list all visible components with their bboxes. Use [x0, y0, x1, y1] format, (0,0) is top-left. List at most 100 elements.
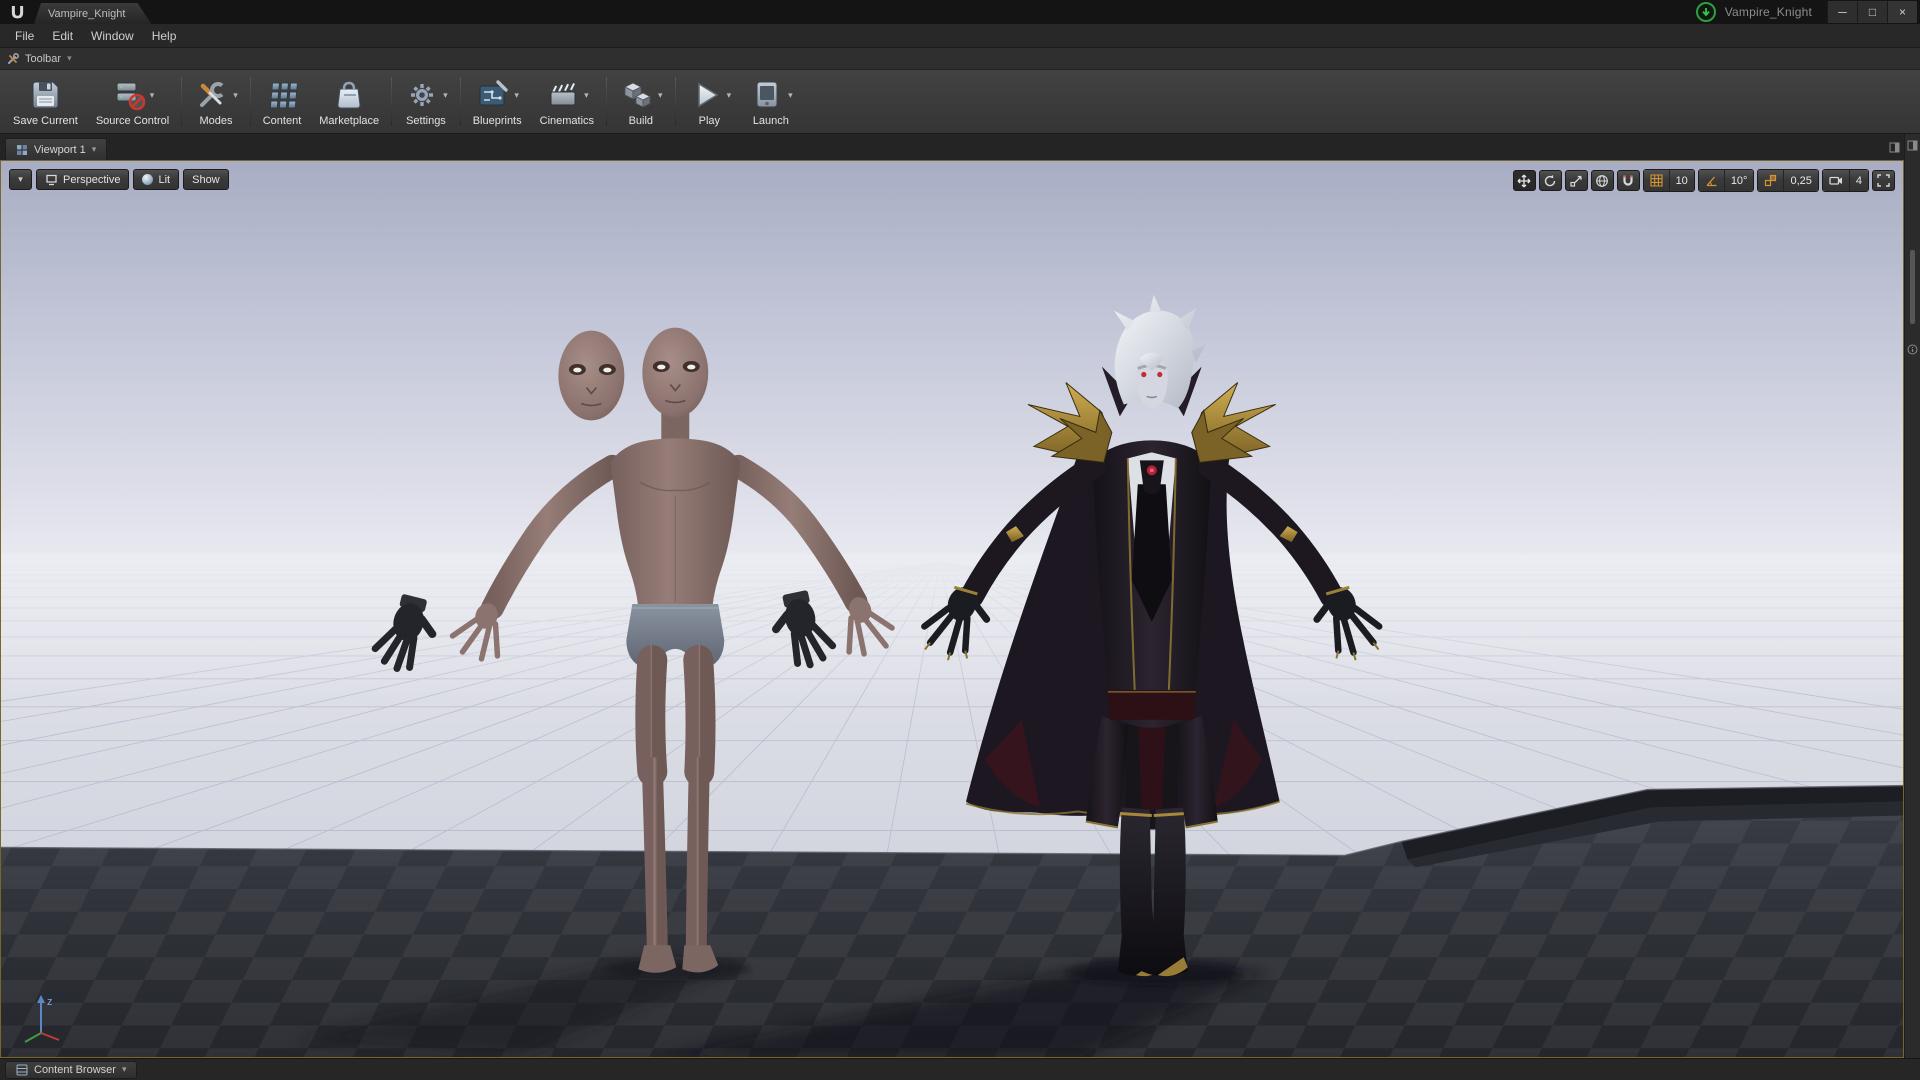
build-icon [619, 77, 655, 113]
caret-down-icon: ▾ [18, 174, 23, 185]
toolbar-button-settings[interactable]: ▾ Settings [395, 72, 457, 131]
panel-expand-icon[interactable] [1889, 140, 1900, 158]
caret-down-icon[interactable]: ▾ [67, 53, 72, 64]
info-icon[interactable] [1907, 344, 1918, 355]
toolbar-button-play[interactable]: ▾ Play [679, 72, 741, 131]
scale-snap-group: 0,25 [1757, 169, 1818, 192]
blueprints-icon [475, 77, 511, 113]
viewport-tab-label: Viewport 1 [34, 144, 86, 156]
update-status-icon[interactable] [1696, 2, 1716, 22]
scrollbar-thumb[interactable] [1910, 250, 1915, 324]
viewport-3d[interactable]: ▾ Perspective Lit Show [0, 160, 1904, 1058]
toolbar-button-content[interactable]: Content [254, 72, 311, 131]
caret-down-icon[interactable]: ▾ [92, 144, 97, 155]
lit-button[interactable]: Lit [133, 169, 179, 190]
rotation-snap-icon [1705, 174, 1718, 187]
toolbar-button-build[interactable]: ▾ Build [610, 72, 672, 131]
grid-snap-group: 10 [1643, 169, 1695, 192]
grid-snap-toggle[interactable] [1644, 170, 1670, 191]
tab-content-browser[interactable]: Content Browser ▾ [5, 1061, 137, 1079]
rotate-tool-button[interactable] [1539, 170, 1562, 191]
toolbar-button-label: Marketplace [319, 115, 379, 127]
lit-sphere-icon [142, 174, 153, 185]
viewport-options-button[interactable]: ▾ [9, 169, 32, 190]
collapsed-panel-strip[interactable] [1904, 134, 1920, 1058]
gizmo-z-label: z [47, 996, 53, 1008]
toolbar-button-label: Build [629, 115, 653, 127]
dropdown-caret-icon[interactable]: ▾ [658, 90, 663, 101]
unreal-engine-logo-icon [0, 5, 34, 20]
modes-icon [194, 77, 230, 113]
toolbar-button-marketplace[interactable]: Marketplace [310, 72, 388, 131]
scale-snap-toggle[interactable] [1758, 170, 1784, 191]
toolbar-button-label: Save Current [13, 115, 78, 127]
viewport-tab-row: Viewport 1 ▾ [0, 134, 1904, 160]
toolbar-panel-header[interactable]: Toolbar ▾ [0, 48, 1920, 70]
viewport-toolbar-left: ▾ Perspective Lit Show [9, 169, 229, 190]
project-tab[interactable]: Vampire_Knight [34, 3, 151, 24]
scale-tool-icon [1569, 174, 1583, 188]
dropdown-caret-icon[interactable]: ▾ [584, 90, 589, 101]
toolbar-button-cinematics[interactable]: ▾ Cinematics [531, 72, 603, 131]
minimize-button[interactable]: ─ [1827, 1, 1857, 23]
layout-icon[interactable] [1907, 140, 1918, 151]
move-tool-button[interactable] [1513, 170, 1536, 191]
toolbar-button-launch[interactable]: ▾ Launch [740, 72, 802, 131]
floating-head[interactable] [558, 331, 624, 421]
rotation-snap-toggle[interactable] [1699, 170, 1725, 191]
toolbar-panel-label: Toolbar [25, 53, 61, 65]
bottom-bar: Content Browser ▾ [0, 1058, 1920, 1080]
show-button[interactable]: Show [183, 169, 229, 190]
maximize-viewport-button[interactable] [1872, 170, 1895, 191]
toolbar-button-modes[interactable]: ▾ Modes [185, 72, 247, 131]
tab-viewport-1[interactable]: Viewport 1 ▾ [5, 138, 107, 160]
viewport-3d-scene[interactable] [1, 161, 1903, 1057]
tools-icon [7, 53, 19, 65]
scale-tool-button[interactable] [1565, 170, 1588, 191]
marketplace-icon [331, 77, 367, 113]
dropdown-caret-icon[interactable]: ▾ [150, 90, 155, 101]
world-coordinate-button[interactable] [1591, 170, 1614, 191]
close-icon: × [1899, 5, 1906, 19]
dropdown-caret-icon[interactable]: ▾ [788, 90, 793, 101]
perspective-label: Perspective [63, 174, 120, 186]
magnet-icon [1621, 174, 1635, 188]
toolbar-button-source-control[interactable]: ▾ Source Control [87, 72, 178, 131]
toolbar-button-blueprints[interactable]: ▾ Blueprints [464, 72, 531, 131]
content-browser-label: Content Browser [34, 1064, 116, 1076]
maximize-viewport-icon [1877, 174, 1890, 187]
perspective-button[interactable]: Perspective [36, 169, 129, 190]
menu-window[interactable]: Window [82, 29, 143, 43]
close-button[interactable]: × [1887, 1, 1917, 23]
camera-icon [1829, 174, 1843, 187]
launch-icon [749, 77, 785, 113]
dropdown-caret-icon[interactable]: ▾ [233, 90, 238, 101]
base-male-head [642, 328, 708, 418]
titlebar[interactable]: Vampire_Knight Vampire_Knight ─ □ × [0, 0, 1920, 24]
restore-button[interactable]: □ [1857, 1, 1887, 23]
surface-snap-button[interactable] [1617, 170, 1640, 191]
dropdown-caret-icon[interactable]: ▾ [727, 90, 732, 101]
restore-icon: □ [1869, 5, 1876, 19]
camera-speed-value[interactable]: 4 [1850, 170, 1868, 191]
project-name-label: Vampire_Knight [1725, 5, 1812, 19]
viewport-icon [16, 144, 28, 156]
menu-file[interactable]: File [6, 29, 43, 43]
scale-snap-value[interactable]: 0,25 [1784, 170, 1817, 191]
grid-snap-value[interactable]: 10 [1670, 170, 1694, 191]
move-tool-icon [1517, 174, 1531, 188]
project-tab-label: Vampire_Knight [48, 8, 125, 20]
caret-down-icon[interactable]: ▾ [122, 1064, 127, 1075]
dropdown-caret-icon[interactable]: ▾ [514, 90, 519, 101]
cinematics-icon [545, 77, 581, 113]
toolbar-button-label: Blueprints [473, 115, 522, 127]
camera-speed-toggle[interactable] [1823, 170, 1850, 191]
dropdown-caret-icon[interactable]: ▾ [443, 90, 448, 101]
toolbar-button-save-current[interactable]: Save Current [4, 72, 87, 131]
scale-snap-icon [1764, 174, 1777, 187]
content-browser-icon [16, 1064, 28, 1076]
rotation-snap-value[interactable]: 10° [1725, 170, 1754, 191]
menu-help[interactable]: Help [143, 29, 186, 43]
toolbar-button-label: Content [263, 115, 302, 127]
menu-edit[interactable]: Edit [43, 29, 82, 43]
